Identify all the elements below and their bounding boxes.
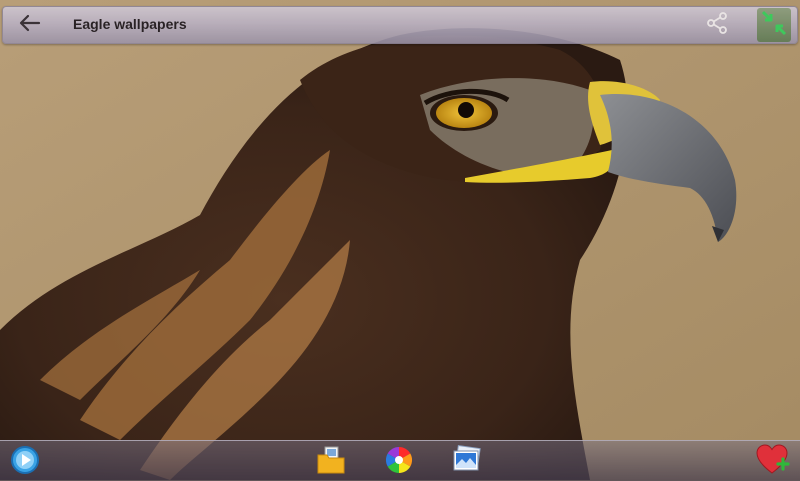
share-button[interactable] [701,10,733,40]
color-wheel-icon [384,445,414,480]
top-action-bar: Eagle wallpapers [2,6,798,44]
play-slideshow-icon [10,445,40,480]
slideshow-button[interactable] [8,445,42,479]
fullscreen-toggle-icon [760,9,788,42]
bottom-toolbar [0,440,800,481]
page-title: Eagle wallpapers [73,16,187,32]
color-filter-button[interactable] [382,445,416,479]
wallpaper-image [0,0,800,480]
share-icon [705,11,729,40]
fullscreen-toggle-button[interactable] [757,8,791,42]
add-favorite-icon [756,443,790,481]
folder-icon [316,445,346,480]
add-favorite-button[interactable] [756,443,790,481]
gallery-icon [451,444,483,480]
arrow-left-icon [19,14,41,37]
back-button[interactable] [11,10,49,40]
gallery-button[interactable] [450,444,484,480]
folder-button[interactable] [314,445,348,479]
